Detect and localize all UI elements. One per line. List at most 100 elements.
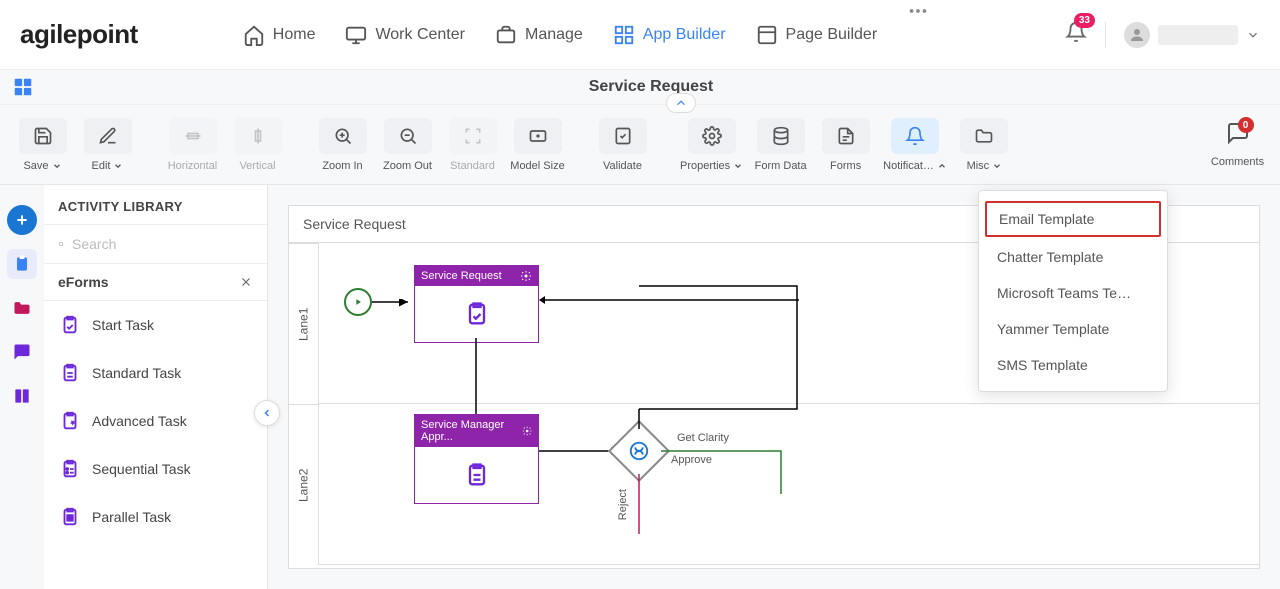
- library-heading: ACTIVITY LIBRARY: [44, 185, 267, 225]
- home-icon: [243, 24, 265, 46]
- frame-icon: [449, 118, 497, 154]
- dropdown-email-template[interactable]: Email Template: [985, 201, 1161, 237]
- zoom-out-icon: [384, 118, 432, 154]
- lib-advanced-task[interactable]: Advanced Task: [44, 397, 267, 445]
- chevron-down-icon: [113, 161, 123, 171]
- notifications-dropdown-button[interactable]: Notificat…: [883, 118, 947, 172]
- align-vertical-button[interactable]: Vertical: [230, 118, 285, 172]
- activity-service-request[interactable]: Service Request: [414, 265, 539, 343]
- header-right: 33: [1065, 21, 1260, 48]
- collapse-nav-button[interactable]: [666, 93, 696, 113]
- lib-start-task[interactable]: Start Task: [44, 301, 267, 349]
- lane-2: Service Manager Appr... Get Clarity Appr…: [319, 404, 1259, 565]
- collapse-library-button[interactable]: [254, 400, 280, 426]
- layout-icon: [756, 24, 778, 46]
- play-icon: [353, 297, 363, 307]
- activity-manager-approval[interactable]: Service Manager Appr...: [414, 414, 539, 504]
- save-icon: [19, 118, 67, 154]
- notifications-button[interactable]: 33: [1065, 21, 1087, 48]
- nav-more[interactable]: [892, 0, 944, 70]
- notifications-dropdown: Email Template Chatter Template Microsof…: [978, 190, 1168, 392]
- zoom-out-button[interactable]: Zoom Out: [380, 118, 435, 172]
- zoom-standard-button[interactable]: Standard: [445, 118, 500, 172]
- bell-icon: [891, 118, 939, 154]
- model-size-button[interactable]: Model Size: [510, 118, 565, 172]
- clipboard-icon: [58, 361, 82, 385]
- clipboard-icon: [58, 313, 82, 337]
- context-bar: Service Request: [0, 70, 1280, 105]
- lib-sequential-task[interactable]: Sequential Task: [44, 445, 267, 493]
- user-menu[interactable]: [1105, 22, 1260, 48]
- validate-icon: [599, 118, 647, 154]
- forms-button[interactable]: Forms: [818, 118, 873, 172]
- edge-label-get-clarity: Get Clarity: [677, 432, 729, 444]
- top-header: agilepoint Home Work Center Manage App B…: [0, 0, 1280, 70]
- folder-icon: [960, 118, 1008, 154]
- apps-grid-button[interactable]: [12, 76, 34, 98]
- notification-badge: 33: [1074, 13, 1095, 28]
- avatar-icon: [1124, 22, 1150, 48]
- properties-button[interactable]: Properties: [680, 118, 743, 172]
- decision-gateway[interactable]: [608, 420, 670, 482]
- chevron-down-icon: [1246, 28, 1260, 42]
- nav-manage[interactable]: Manage: [480, 0, 598, 70]
- dropdown-chatter-template[interactable]: Chatter Template: [979, 239, 1167, 275]
- clipboard-check-icon: [463, 300, 491, 328]
- zoom-in-icon: [319, 118, 367, 154]
- search-wrapper: [44, 225, 267, 264]
- nav-page-builder[interactable]: Page Builder: [741, 0, 893, 70]
- nav-work-center[interactable]: Work Center: [330, 0, 480, 70]
- chevron-down-icon: [733, 161, 743, 171]
- edit-icon: [84, 118, 132, 154]
- search-input[interactable]: [72, 236, 253, 252]
- grid-icon: [613, 24, 635, 46]
- edit-button[interactable]: Edit: [80, 118, 135, 172]
- gateway-icon: [628, 440, 650, 462]
- lane-2-label: Lane2: [289, 404, 318, 565]
- dropdown-teams-template[interactable]: Microsoft Teams Te…: [979, 275, 1167, 311]
- zoom-in-button[interactable]: Zoom In: [315, 118, 370, 172]
- form-data-button[interactable]: Form Data: [753, 118, 808, 172]
- comments-badge: 0: [1238, 117, 1254, 133]
- comments-button[interactable]: 0 Comments: [1210, 121, 1265, 168]
- rail-columns[interactable]: [7, 381, 37, 411]
- clipboard-star-icon: [58, 409, 82, 433]
- clipboard-icon: [463, 461, 491, 489]
- toolbar: Save Edit Horizontal Vertical Zoom In Zo…: [0, 105, 1280, 185]
- gear-icon[interactable]: [522, 425, 532, 437]
- rail-chat[interactable]: [7, 337, 37, 367]
- validate-button[interactable]: Validate: [595, 118, 650, 172]
- align-horizontal-button[interactable]: Horizontal: [165, 118, 220, 172]
- logo: agilepoint: [20, 19, 138, 50]
- search-icon: [58, 235, 64, 253]
- rail-clipboard[interactable]: [7, 249, 37, 279]
- aspect-icon: [514, 118, 562, 154]
- edge-label-approve: Approve: [671, 454, 712, 466]
- gear-icon[interactable]: [520, 270, 532, 282]
- align-horizontal-icon: [169, 118, 217, 154]
- page-title: Service Request: [589, 78, 714, 96]
- dropdown-yammer-template[interactable]: Yammer Template: [979, 311, 1167, 347]
- start-node[interactable]: [344, 288, 372, 316]
- chevron-up-icon: [937, 161, 947, 171]
- add-button[interactable]: [7, 205, 37, 235]
- dropdown-sms-template[interactable]: SMS Template: [979, 347, 1167, 383]
- activity-library: ACTIVITY LIBRARY eForms Start Task Stand…: [44, 185, 268, 589]
- lane-1-label: Lane1: [289, 243, 318, 404]
- rail-folder[interactable]: [7, 293, 37, 323]
- chevron-down-icon: [992, 161, 1002, 171]
- edge-label-reject: Reject: [617, 489, 629, 520]
- clipboard-grid-icon: [58, 505, 82, 529]
- database-icon: [757, 118, 805, 154]
- lib-standard-task[interactable]: Standard Task: [44, 349, 267, 397]
- save-button[interactable]: Save: [15, 118, 70, 172]
- nav-app-builder[interactable]: App Builder: [598, 0, 741, 70]
- close-icon[interactable]: [239, 275, 253, 289]
- file-icon: [822, 118, 870, 154]
- category-eforms[interactable]: eForms: [44, 264, 267, 301]
- misc-button[interactable]: Misc: [957, 118, 1012, 172]
- lib-parallel-task[interactable]: Parallel Task: [44, 493, 267, 541]
- nav-home[interactable]: Home: [228, 0, 331, 70]
- gear-icon: [688, 118, 736, 154]
- user-name-placeholder: [1158, 25, 1238, 45]
